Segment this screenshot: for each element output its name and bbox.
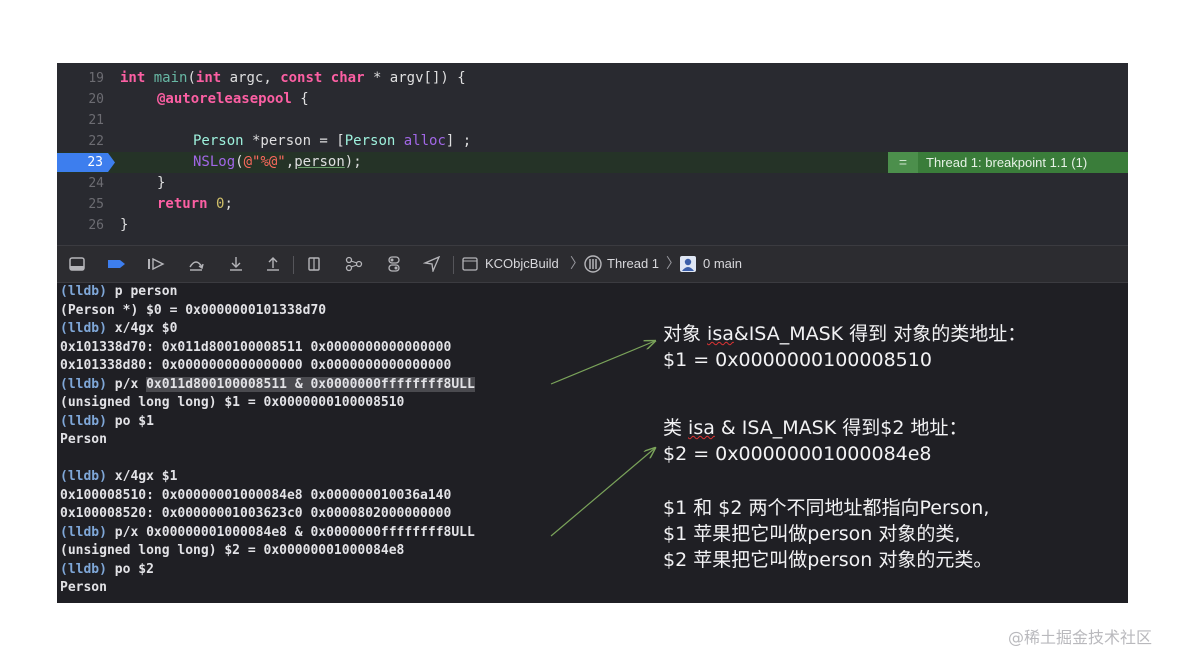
line-number: 25 (88, 197, 104, 212)
code-line-26: 26 } (57, 215, 1128, 236)
environment-overrides-icon[interactable] (385, 256, 403, 272)
line-number: 21 (88, 113, 104, 128)
console-line: (lldb) p/x 0x011d800100008511 & 0x000000… (60, 376, 475, 392)
line-number: 20 (88, 92, 104, 107)
code-text: int main(int argc, const char * argv[]) … (120, 70, 466, 86)
line-number: 19 (88, 71, 104, 86)
code-line-19: 19 int main(int argc, const char * argv[… (57, 68, 1128, 89)
selected-text: 0x011d800100008511 & 0x0000000ffffffff8U… (146, 376, 475, 392)
annotation-summary-3: $2 苹果把它叫做person 对象的元类。 (663, 549, 993, 571)
console-line: 0x101338d70: 0x011d800100008511 0x000000… (60, 339, 452, 355)
thread-icon (583, 255, 602, 273)
console-line: (lldb) po $2 (60, 561, 154, 577)
line-number: 22 (88, 134, 104, 149)
console-line: (lldb) p person (60, 284, 178, 299)
annotation-class-address: 对象 isa&ISA_MASK 得到 对象的类地址： (663, 323, 1027, 345)
app-target-icon (461, 256, 479, 272)
user-frame-icon (679, 255, 697, 272)
code-line-20: 20 @autoreleasepool { (57, 89, 1128, 110)
annotation-summary-1: $1 和 $2 两个不同地址都指向Person, (663, 497, 990, 519)
debug-bar: KCObjcBuild 〉 Thread 1 〉 0 main (57, 245, 1128, 283)
console-line: 0x100008520: 0x00000001003623c0 0x000080… (60, 506, 452, 521)
annotation-summary-2: $1 苹果把它叫做person 对象的类, (663, 523, 961, 545)
breadcrumb-target[interactable]: KCObjcBuild (485, 246, 559, 282)
console-line: Person (60, 580, 107, 595)
chevron-right-icon: 〉 (570, 256, 584, 272)
memory-graph-icon[interactable] (345, 256, 363, 272)
annotation-metaclass-address: 类 isa & ISA_MASK 得到$2 地址： (663, 417, 968, 439)
code-line-22: 22 Person *person = [Person alloc] ; (57, 131, 1128, 152)
code-line-21: 21 (57, 110, 1128, 131)
code-editor[interactable]: 19 int main(int argc, const char * argv[… (57, 63, 1128, 245)
code-text: } (120, 217, 129, 233)
lldb-console[interactable]: (lldb) p person (Person *) $0 = 0x000000… (57, 283, 1128, 603)
line-number: 24 (88, 176, 104, 191)
xcode-window: 19 int main(int argc, const char * argv[… (57, 63, 1128, 603)
code-line-24: 24 } (57, 173, 1128, 194)
breadcrumb-thread[interactable]: Thread 1 (607, 246, 659, 282)
console-line: (lldb) x/4gx $0 (60, 321, 178, 336)
chevron-right-icon: 〉 (666, 256, 680, 272)
equals-icon: = (888, 152, 918, 173)
step-out-icon[interactable] (264, 256, 282, 272)
breadcrumb-frame[interactable]: 0 main (703, 246, 742, 282)
toolbar-divider (453, 256, 454, 274)
console-line: (unsigned long long) $1 = 0x000000010000… (60, 395, 405, 410)
console-line: Person (60, 432, 107, 447)
console-line: (lldb) p/x 0x00000001000084e8 & 0x000000… (60, 524, 475, 540)
console-line: (lldb) po $1 (60, 413, 154, 429)
code-text: return 0; (157, 196, 233, 212)
step-over-icon[interactable] (187, 256, 205, 272)
simulate-location-icon[interactable] (422, 255, 441, 274)
hide-debug-area-icon[interactable] (68, 256, 86, 272)
view-hierarchy-icon[interactable] (305, 256, 323, 272)
code-text: } (157, 175, 166, 191)
code-text: NSLog(@"%@",person); (193, 154, 362, 170)
continue-icon[interactable] (146, 256, 165, 272)
console-line: (unsigned long long) $2 = 0x000000010000… (60, 543, 405, 558)
breakpoint-badge-text: Thread 1: breakpoint 1.1 (1) (926, 155, 1088, 170)
console-line: (Person *) $0 = 0x0000000101338d70 (60, 302, 327, 318)
console-line: 0x101338d80: 0x0000000000000000 0x000000… (60, 358, 452, 373)
console-line: 0x100008510: 0x00000001000084e8 0x000000… (60, 487, 452, 503)
step-into-icon[interactable] (227, 256, 245, 272)
code-line-25: 25 return 0; (57, 194, 1128, 215)
breakpoints-toggle-icon[interactable] (106, 256, 125, 272)
breakpoint-badge[interactable]: = Thread 1: breakpoint 1.1 (1) (888, 152, 1128, 173)
console-line: (lldb) x/4gx $1 (60, 469, 178, 484)
toolbar-divider (293, 256, 294, 274)
code-text: @autoreleasepool { (157, 91, 309, 107)
line-number: 26 (88, 218, 104, 233)
watermark: @稀土掘金技术社区 (1008, 628, 1153, 647)
breakpoint-marker[interactable]: 23 (57, 153, 115, 172)
annotation-class-value: $1 = 0x0000000100008510 (663, 349, 932, 371)
code-text: Person *person = [Person alloc] ; (193, 133, 472, 149)
annotation-metaclass-value: $2 = 0x00000001000084e8 (663, 443, 932, 465)
